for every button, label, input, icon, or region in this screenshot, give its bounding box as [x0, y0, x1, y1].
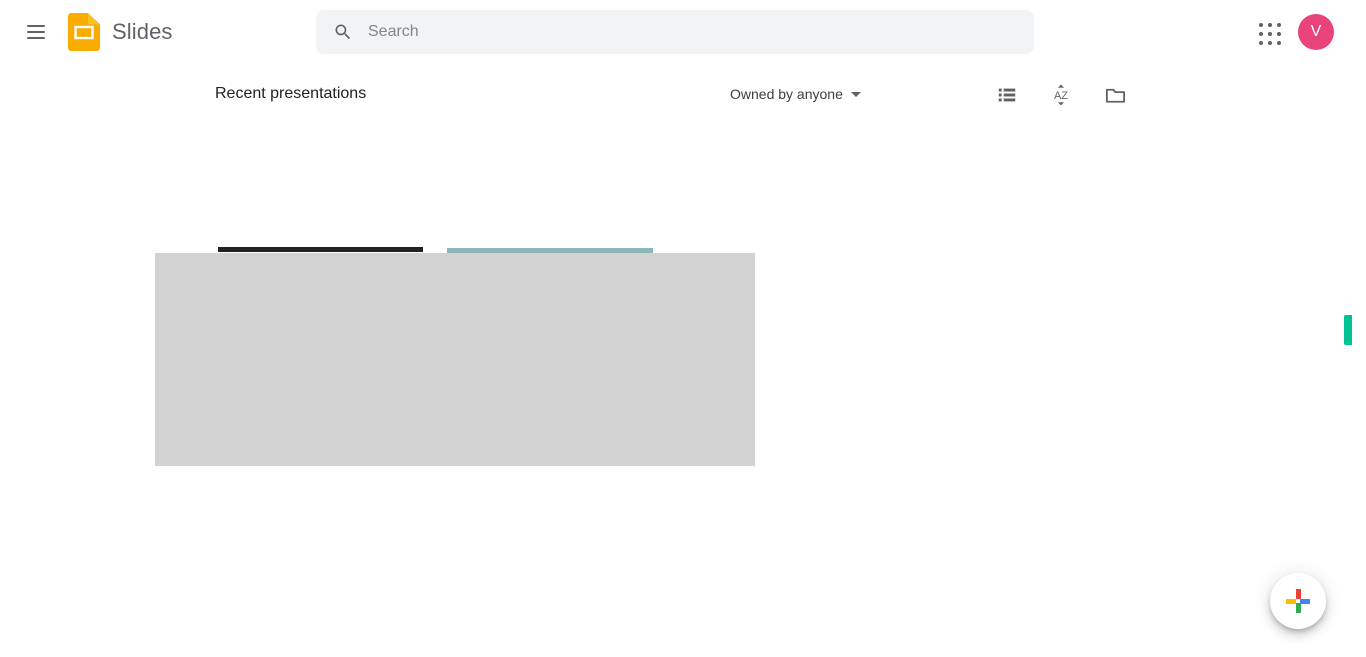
folder-icon[interactable] — [1096, 76, 1134, 114]
sort-az-icon[interactable]: AZ — [1042, 76, 1080, 114]
search-icon — [333, 22, 353, 42]
svg-text:AZ: AZ — [1054, 90, 1068, 102]
owner-filter-label: Owned by anyone — [730, 86, 843, 102]
thumbnail-placeholder[interactable] — [155, 253, 755, 466]
search-input[interactable] — [368, 20, 988, 44]
apps-grid-dot — [1276, 31, 1281, 36]
apps-grid-dot — [1276, 23, 1281, 28]
avatar[interactable]: V — [1298, 14, 1334, 50]
owner-filter-dropdown[interactable]: Owned by anyone — [726, 78, 865, 110]
brand-title: Slides — [112, 19, 173, 44]
plus-segment-bottom — [1295, 603, 1301, 613]
plus-segment-right — [1300, 598, 1310, 604]
google-slides-logo-icon — [68, 13, 100, 51]
apps-grid-icon[interactable] — [1256, 20, 1284, 48]
apps-grid-dot — [1276, 40, 1281, 45]
hamburger-line — [27, 25, 45, 27]
new-presentation-button[interactable] — [1270, 573, 1326, 629]
brand-home-link[interactable]: Slides — [68, 13, 173, 51]
hamburger-line — [27, 31, 45, 33]
apps-grid-dot — [1267, 31, 1272, 36]
loading-bar-dark — [218, 247, 423, 252]
search-bar[interactable] — [316, 10, 1034, 54]
apps-grid-dot — [1259, 40, 1264, 45]
app-header: Slides V — [0, 0, 1366, 64]
plus-segment-top — [1295, 589, 1301, 599]
hamburger-line — [27, 37, 45, 39]
avatar-initial: V — [1310, 23, 1322, 40]
page-title: Recent presentations — [215, 85, 367, 102]
apps-grid-dot — [1267, 23, 1272, 28]
list-view-icon[interactable] — [988, 76, 1026, 114]
apps-grid-dot — [1259, 23, 1264, 28]
content-toolbar: Recent presentations Owned by anyone AZ — [0, 74, 1366, 114]
apps-grid-dot — [1267, 40, 1272, 45]
side-panel-tab[interactable] — [1344, 315, 1352, 345]
google-plus-icon — [1286, 589, 1310, 613]
plus-segment-left — [1286, 598, 1296, 604]
apps-grid-dot — [1259, 31, 1264, 36]
chevron-down-icon — [850, 91, 861, 97]
hamburger-menu-icon[interactable] — [22, 18, 50, 46]
presentations-grid — [0, 114, 1366, 657]
toolbar-icon-group: AZ — [988, 76, 1134, 114]
